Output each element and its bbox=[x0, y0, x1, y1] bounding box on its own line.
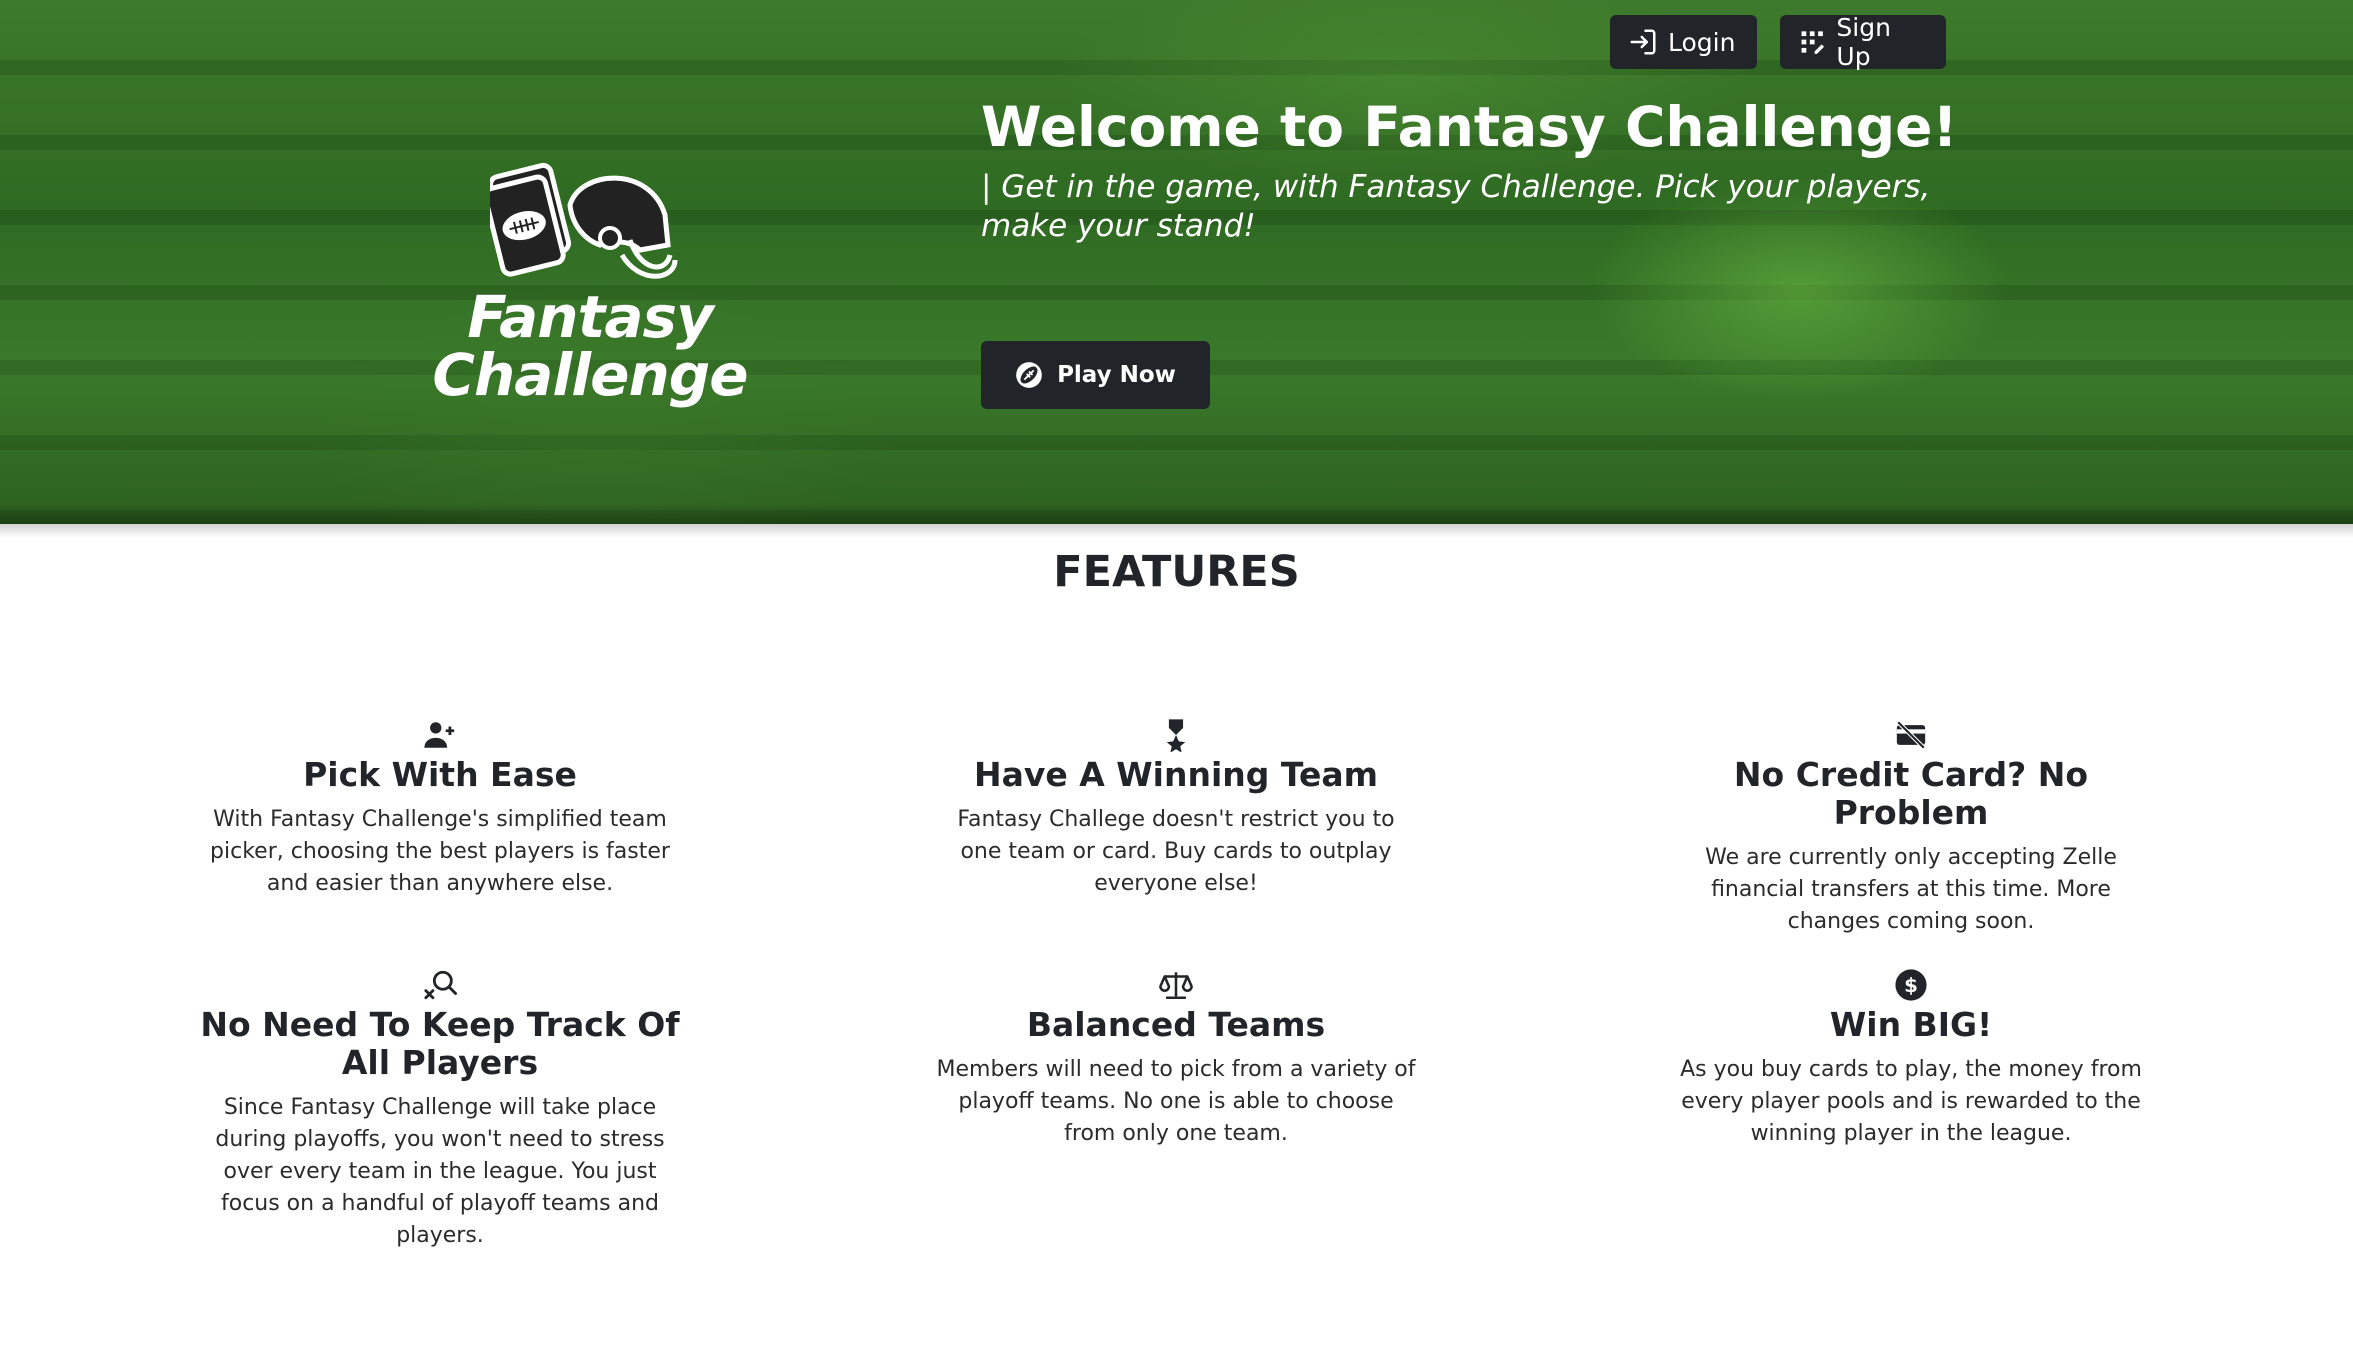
feature-title: No Credit Card? No Problem bbox=[1733, 755, 2089, 832]
login-icon bbox=[1630, 29, 1656, 55]
login-button[interactable]: Login bbox=[1610, 15, 1757, 69]
feature-pick-with-ease: Pick With Ease With Fantasy Challenge's … bbox=[190, 718, 690, 900]
award-icon bbox=[1166, 719, 1186, 752]
fantasy-challenge-logo[interactable]: Fantasy Challenge bbox=[420, 160, 760, 420]
feature-track-players: No Need To Keep Track Of All Players Sin… bbox=[190, 968, 690, 1252]
feature-no-credit-card: No Credit Card? No Problem We are curren… bbox=[1661, 718, 2161, 938]
feature-title: Have A Winning Team bbox=[973, 755, 1379, 794]
search-x-icon bbox=[424, 970, 457, 1000]
football-helmet-logo-icon bbox=[490, 162, 678, 279]
logo-wordmark: Fantasy Challenge bbox=[420, 288, 760, 404]
feature-text: Members will need to pick from a variety… bbox=[936, 1057, 1416, 1146]
feature-balanced-teams: Balanced Teams Members will need to pick… bbox=[926, 968, 1426, 1150]
hero-title: Welcome to Fantasy Challenge! bbox=[981, 95, 1958, 159]
feature-win-big: $ Win BIG! As you buy cards to play, the… bbox=[1661, 968, 2161, 1150]
play-now-button[interactable]: Play Now bbox=[981, 341, 1210, 409]
hero-subtitle: | Get in the game, with Fantasy Challeng… bbox=[981, 169, 1931, 244]
scales-icon bbox=[1159, 972, 1193, 1000]
login-label: Login bbox=[1668, 27, 1736, 57]
logo-line-1: Fantasy bbox=[467, 283, 714, 351]
feature-title: No Need To Keep Track Of All Players bbox=[200, 1005, 680, 1082]
hero-shadow bbox=[0, 524, 2353, 538]
feature-text: As you buy cards to play, the money from… bbox=[1680, 1057, 2142, 1146]
feature-title: Balanced Teams bbox=[1026, 1005, 1326, 1044]
signup-button[interactable]: Sign Up bbox=[1780, 13, 1946, 71]
feature-text: With Fantasy Challenge's simplified team… bbox=[210, 807, 670, 896]
dollar-coin-icon: $ bbox=[1895, 969, 1927, 1001]
play-now-label: Play Now bbox=[1057, 362, 1176, 388]
feature-text: We are currently only accepting Zelle fi… bbox=[1705, 845, 2117, 934]
credit-card-off-icon bbox=[1896, 720, 1926, 750]
feature-title: Win BIG! bbox=[1829, 1005, 1993, 1044]
grid-dots-icon bbox=[1801, 31, 1825, 54]
signup-label: Sign Up bbox=[1836, 13, 1891, 71]
football-icon bbox=[1016, 362, 1042, 388]
svg-text:$: $ bbox=[1904, 974, 1918, 997]
hero-banner: Login Sign Up Fantasy Challenge Welcome … bbox=[0, 0, 2353, 524]
feature-text: Since Fantasy Challenge will take place … bbox=[215, 1095, 665, 1248]
features-heading: FEATURES bbox=[1053, 547, 1300, 597]
feature-text: Fantasy Challege doesn't restrict you to… bbox=[957, 807, 1395, 896]
feature-title: Pick With Ease bbox=[303, 755, 577, 794]
logo-line-2: Challenge bbox=[432, 341, 748, 409]
person-plus-icon bbox=[424, 722, 455, 748]
feature-winning-team: Have A Winning Team Fantasy Challege doe… bbox=[926, 718, 1426, 900]
